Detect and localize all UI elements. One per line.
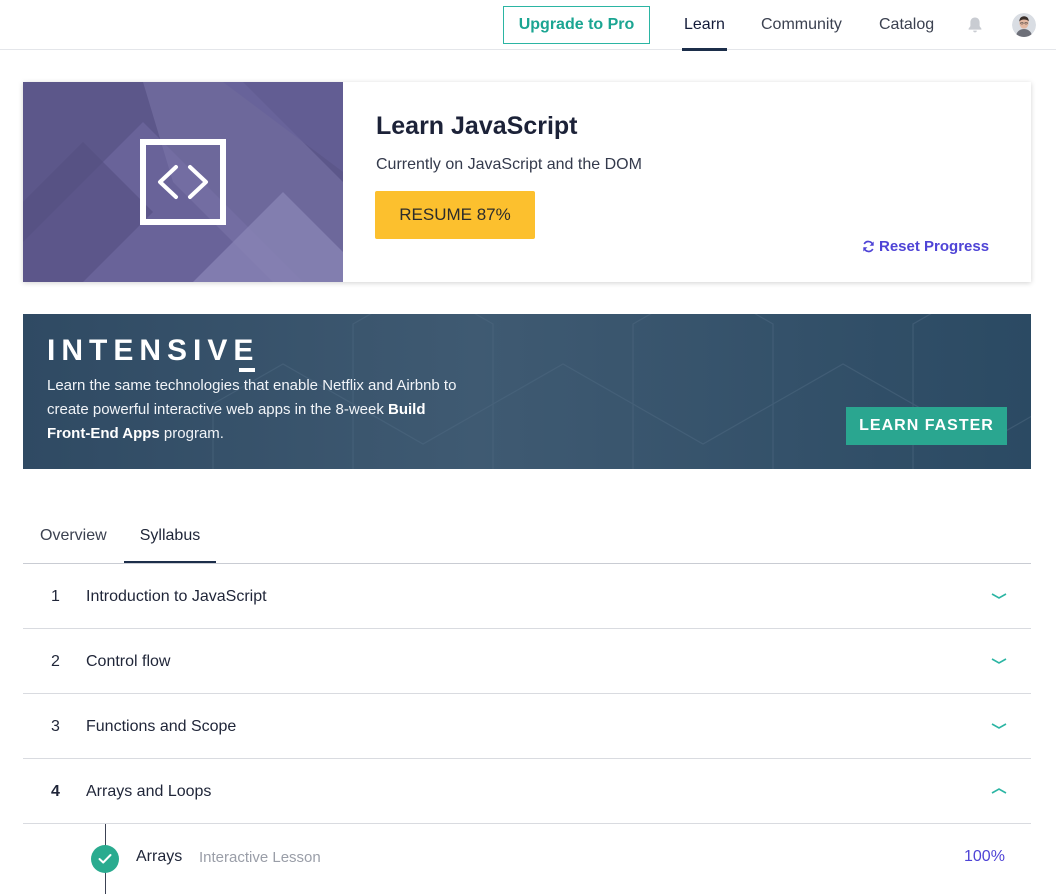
syllabus-unit-2[interactable]: 2 Control flow xyxy=(23,629,1031,694)
syllabus-unit-1[interactable]: 1 Introduction to JavaScript xyxy=(23,564,1031,629)
chevron-down-icon[interactable] xyxy=(991,654,1007,666)
resume-button[interactable]: RESUME 87% xyxy=(375,191,535,239)
syllabus-unit-3[interactable]: 3 Functions and Scope xyxy=(23,694,1031,759)
top-navbar: Upgrade to Pro Learn Community Catalog xyxy=(0,0,1056,51)
tab-overview[interactable]: Overview xyxy=(40,508,107,563)
nav-community-link[interactable]: Community xyxy=(761,0,842,50)
unit-title: Arrays and Loops xyxy=(86,782,212,800)
chevron-down-icon[interactable] xyxy=(991,719,1007,731)
nav-catalog-link[interactable]: Catalog xyxy=(879,0,934,50)
reset-progress-label: Reset Progress xyxy=(879,238,990,255)
intensive-banner: INTENSIVE Learn the same technologies th… xyxy=(23,314,1031,469)
course-card: Learn JavaScript Currently on JavaScript… xyxy=(23,82,1031,282)
bell-icon[interactable] xyxy=(966,16,984,34)
reset-progress-link[interactable]: Reset Progress xyxy=(862,238,989,255)
course-art xyxy=(23,82,343,282)
unit-number: 1 xyxy=(51,587,60,605)
course-title: Learn JavaScript xyxy=(376,112,578,140)
unit-number: 2 xyxy=(51,652,60,670)
current-module-text: Currently on JavaScript and the DOM xyxy=(376,156,642,173)
banner-text-end: program. xyxy=(159,425,224,442)
learn-faster-button[interactable]: LEARN FASTER xyxy=(846,407,1007,445)
syllabus-unit-4[interactable]: 4 Arrays and Loops xyxy=(23,759,1031,824)
lesson-title: Arrays xyxy=(136,848,183,865)
unit-title: Control flow xyxy=(86,652,171,670)
chevron-down-icon[interactable] xyxy=(991,589,1007,601)
upgrade-to-pro-button[interactable]: Upgrade to Pro xyxy=(503,6,650,44)
intensive-logo: INTENSIVE xyxy=(47,334,260,372)
unit-title: Functions and Scope xyxy=(86,717,237,735)
checkmark-icon xyxy=(91,845,119,873)
user-avatar[interactable] xyxy=(1012,13,1036,37)
unit-title: Introduction to JavaScript xyxy=(86,587,267,605)
lesson-progress: 100% xyxy=(964,848,1005,865)
unit-number: 3 xyxy=(51,717,60,735)
nav-learn-link[interactable]: Learn xyxy=(682,0,727,51)
refresh-icon xyxy=(862,240,875,253)
unit-number: 4 xyxy=(51,782,60,800)
code-brackets-icon xyxy=(140,139,226,225)
logo-underscore xyxy=(239,368,256,372)
intensive-title: INTENSIVE xyxy=(47,334,260,367)
lesson-type: Interactive Lesson xyxy=(199,849,321,866)
tab-syllabus[interactable]: Syllabus xyxy=(124,508,216,563)
chevron-up-icon[interactable] xyxy=(991,784,1007,796)
banner-description: Learn the same technologies that enable … xyxy=(47,374,467,446)
lesson-row[interactable]: Arrays Interactive Lesson 100% xyxy=(23,824,1031,894)
